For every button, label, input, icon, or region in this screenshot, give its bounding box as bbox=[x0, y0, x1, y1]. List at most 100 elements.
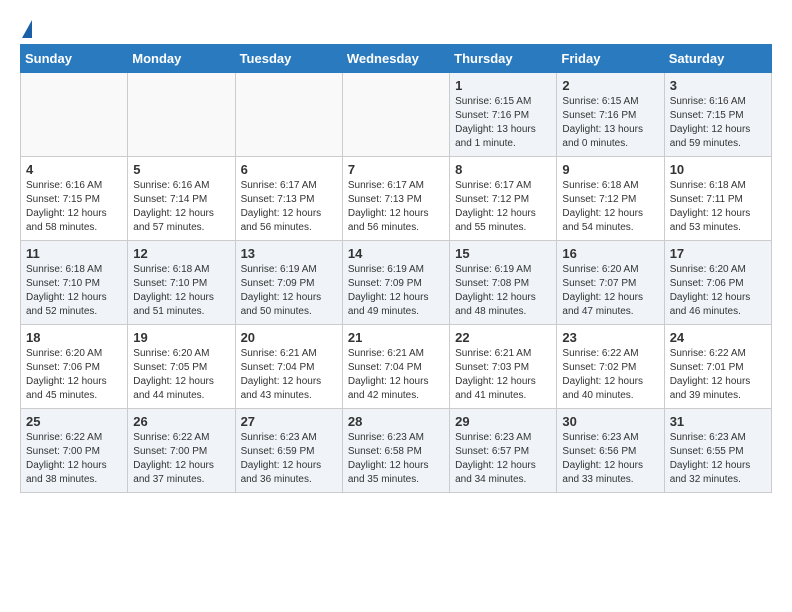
day-info: Sunrise: 6:16 AM Sunset: 7:15 PM Dayligh… bbox=[670, 95, 766, 151]
day-info: Sunrise: 6:16 AM Sunset: 7:15 PM Dayligh… bbox=[26, 179, 122, 235]
day-number: 6 bbox=[241, 162, 337, 177]
day-number: 19 bbox=[133, 330, 229, 345]
weekday-header-thursday: Thursday bbox=[450, 45, 557, 73]
day-number: 24 bbox=[670, 330, 766, 345]
day-number: 29 bbox=[455, 414, 551, 429]
calendar-cell: 6 Sunrise: 6:17 AM Sunset: 7:13 PM Daylig… bbox=[235, 157, 342, 241]
day-info: Sunrise: 6:18 AM Sunset: 7:10 PM Dayligh… bbox=[133, 263, 229, 319]
calendar-cell: 19 Sunrise: 6:20 AM Sunset: 7:05 PM Dayli… bbox=[128, 325, 235, 409]
day-info: Sunrise: 6:22 AM Sunset: 7:02 PM Dayligh… bbox=[562, 347, 658, 403]
calendar-cell: 24 Sunrise: 6:22 AM Sunset: 7:01 PM Dayli… bbox=[664, 325, 771, 409]
day-info: Sunrise: 6:23 AM Sunset: 6:57 PM Dayligh… bbox=[455, 431, 551, 487]
calendar-cell: 9 Sunrise: 6:18 AM Sunset: 7:12 PM Daylig… bbox=[557, 157, 664, 241]
day-number: 11 bbox=[26, 246, 122, 261]
calendar-cell: 14 Sunrise: 6:19 AM Sunset: 7:09 PM Dayli… bbox=[342, 241, 449, 325]
day-info: Sunrise: 6:18 AM Sunset: 7:12 PM Dayligh… bbox=[562, 179, 658, 235]
day-number: 14 bbox=[348, 246, 444, 261]
calendar-cell: 31 Sunrise: 6:23 AM Sunset: 6:55 PM Dayli… bbox=[664, 409, 771, 493]
day-number: 25 bbox=[26, 414, 122, 429]
page: SundayMondayTuesdayWednesdayThursdayFrid… bbox=[0, 0, 792, 509]
calendar-cell: 29 Sunrise: 6:23 AM Sunset: 6:57 PM Dayli… bbox=[450, 409, 557, 493]
day-number: 15 bbox=[455, 246, 551, 261]
day-info: Sunrise: 6:18 AM Sunset: 7:11 PM Dayligh… bbox=[670, 179, 766, 235]
calendar-cell: 15 Sunrise: 6:19 AM Sunset: 7:08 PM Dayli… bbox=[450, 241, 557, 325]
weekday-header-friday: Friday bbox=[557, 45, 664, 73]
calendar-cell: 13 Sunrise: 6:19 AM Sunset: 7:09 PM Dayli… bbox=[235, 241, 342, 325]
day-info: Sunrise: 6:15 AM Sunset: 7:16 PM Dayligh… bbox=[562, 95, 658, 151]
logo-triangle-icon bbox=[22, 20, 32, 38]
day-info: Sunrise: 6:19 AM Sunset: 7:09 PM Dayligh… bbox=[348, 263, 444, 319]
day-number: 13 bbox=[241, 246, 337, 261]
calendar-cell: 7 Sunrise: 6:17 AM Sunset: 7:13 PM Daylig… bbox=[342, 157, 449, 241]
day-number: 3 bbox=[670, 78, 766, 93]
day-info: Sunrise: 6:23 AM Sunset: 6:59 PM Dayligh… bbox=[241, 431, 337, 487]
calendar-cell: 10 Sunrise: 6:18 AM Sunset: 7:11 PM Dayli… bbox=[664, 157, 771, 241]
day-info: Sunrise: 6:20 AM Sunset: 7:05 PM Dayligh… bbox=[133, 347, 229, 403]
day-info: Sunrise: 6:21 AM Sunset: 7:04 PM Dayligh… bbox=[241, 347, 337, 403]
day-number: 16 bbox=[562, 246, 658, 261]
day-number: 1 bbox=[455, 78, 551, 93]
day-number: 8 bbox=[455, 162, 551, 177]
day-info: Sunrise: 6:19 AM Sunset: 7:08 PM Dayligh… bbox=[455, 263, 551, 319]
calendar-cell bbox=[21, 73, 128, 157]
day-info: Sunrise: 6:19 AM Sunset: 7:09 PM Dayligh… bbox=[241, 263, 337, 319]
day-number: 26 bbox=[133, 414, 229, 429]
day-info: Sunrise: 6:21 AM Sunset: 7:04 PM Dayligh… bbox=[348, 347, 444, 403]
calendar-cell: 5 Sunrise: 6:16 AM Sunset: 7:14 PM Daylig… bbox=[128, 157, 235, 241]
calendar-week-row: 11 Sunrise: 6:18 AM Sunset: 7:10 PM Dayli… bbox=[21, 241, 772, 325]
day-info: Sunrise: 6:23 AM Sunset: 6:58 PM Dayligh… bbox=[348, 431, 444, 487]
calendar-table: SundayMondayTuesdayWednesdayThursdayFrid… bbox=[20, 44, 772, 493]
day-number: 12 bbox=[133, 246, 229, 261]
day-info: Sunrise: 6:22 AM Sunset: 7:00 PM Dayligh… bbox=[26, 431, 122, 487]
day-info: Sunrise: 6:21 AM Sunset: 7:03 PM Dayligh… bbox=[455, 347, 551, 403]
day-number: 31 bbox=[670, 414, 766, 429]
weekday-header-tuesday: Tuesday bbox=[235, 45, 342, 73]
day-number: 4 bbox=[26, 162, 122, 177]
day-info: Sunrise: 6:23 AM Sunset: 6:55 PM Dayligh… bbox=[670, 431, 766, 487]
weekday-header-sunday: Sunday bbox=[21, 45, 128, 73]
day-info: Sunrise: 6:17 AM Sunset: 7:13 PM Dayligh… bbox=[348, 179, 444, 235]
calendar-cell: 21 Sunrise: 6:21 AM Sunset: 7:04 PM Dayli… bbox=[342, 325, 449, 409]
calendar-cell: 23 Sunrise: 6:22 AM Sunset: 7:02 PM Dayli… bbox=[557, 325, 664, 409]
calendar-cell: 11 Sunrise: 6:18 AM Sunset: 7:10 PM Dayli… bbox=[21, 241, 128, 325]
calendar-cell: 16 Sunrise: 6:20 AM Sunset: 7:07 PM Dayli… bbox=[557, 241, 664, 325]
calendar-cell: 20Sunrise: 6:21 AM Sunset: 7:04 PM Dayli… bbox=[235, 325, 342, 409]
day-number: 22 bbox=[455, 330, 551, 345]
day-number: 30 bbox=[562, 414, 658, 429]
day-number: 9 bbox=[562, 162, 658, 177]
calendar-cell: 28Sunrise: 6:23 AM Sunset: 6:58 PM Dayli… bbox=[342, 409, 449, 493]
day-number: 2 bbox=[562, 78, 658, 93]
day-info: Sunrise: 6:17 AM Sunset: 7:12 PM Dayligh… bbox=[455, 179, 551, 235]
day-info: Sunrise: 6:15 AM Sunset: 7:16 PM Dayligh… bbox=[455, 95, 551, 151]
calendar-cell: 3 Sunrise: 6:16 AM Sunset: 7:15 PM Daylig… bbox=[664, 73, 771, 157]
day-info: Sunrise: 6:20 AM Sunset: 7:07 PM Dayligh… bbox=[562, 263, 658, 319]
weekday-header-wednesday: Wednesday bbox=[342, 45, 449, 73]
calendar-cell: 22 Sunrise: 6:21 AM Sunset: 7:03 PM Dayli… bbox=[450, 325, 557, 409]
day-info: Sunrise: 6:16 AM Sunset: 7:14 PM Dayligh… bbox=[133, 179, 229, 235]
weekday-header-row: SundayMondayTuesdayWednesdayThursdayFrid… bbox=[21, 45, 772, 73]
day-info: Sunrise: 6:18 AM Sunset: 7:10 PM Dayligh… bbox=[26, 263, 122, 319]
calendar-cell: 4 Sunrise: 6:16 AM Sunset: 7:15 PM Daylig… bbox=[21, 157, 128, 241]
day-info: Sunrise: 6:22 AM Sunset: 7:00 PM Dayligh… bbox=[133, 431, 229, 487]
calendar-week-row: 4 Sunrise: 6:16 AM Sunset: 7:15 PM Daylig… bbox=[21, 157, 772, 241]
day-number: 21 bbox=[348, 330, 444, 345]
calendar-cell: 1 Sunrise: 6:15 AM Sunset: 7:16 PM Daylig… bbox=[450, 73, 557, 157]
calendar-cell: 18Sunrise: 6:20 AM Sunset: 7:06 PM Dayli… bbox=[21, 325, 128, 409]
logo bbox=[20, 20, 32, 38]
day-info: Sunrise: 6:22 AM Sunset: 7:01 PM Dayligh… bbox=[670, 347, 766, 403]
day-info: Sunrise: 6:20 AM Sunset: 7:06 PM Dayligh… bbox=[26, 347, 122, 403]
calendar-cell bbox=[235, 73, 342, 157]
day-number: 27 bbox=[241, 414, 337, 429]
day-info: Sunrise: 6:20 AM Sunset: 7:06 PM Dayligh… bbox=[670, 263, 766, 319]
day-number: 7 bbox=[348, 162, 444, 177]
calendar-week-row: 25 Sunrise: 6:22 AM Sunset: 7:00 PM Dayli… bbox=[21, 409, 772, 493]
day-number: 23 bbox=[562, 330, 658, 345]
day-number: 5 bbox=[133, 162, 229, 177]
calendar-cell bbox=[342, 73, 449, 157]
calendar-cell: 2 Sunrise: 6:15 AM Sunset: 7:16 PM Daylig… bbox=[557, 73, 664, 157]
calendar-cell: 25 Sunrise: 6:22 AM Sunset: 7:00 PM Dayli… bbox=[21, 409, 128, 493]
calendar-week-row: 1 Sunrise: 6:15 AM Sunset: 7:16 PM Daylig… bbox=[21, 73, 772, 157]
day-number: 10 bbox=[670, 162, 766, 177]
day-info: Sunrise: 6:17 AM Sunset: 7:13 PM Dayligh… bbox=[241, 179, 337, 235]
calendar-cell: 27 Sunrise: 6:23 AM Sunset: 6:59 PM Dayli… bbox=[235, 409, 342, 493]
